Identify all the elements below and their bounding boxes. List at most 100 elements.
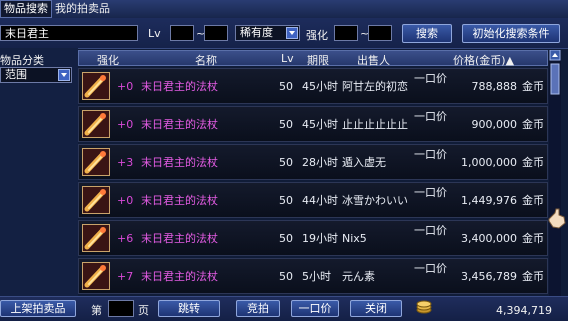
- row-enhance: +0: [117, 118, 134, 131]
- row-duration: 19小时: [302, 232, 338, 245]
- staff-icon: [83, 149, 109, 175]
- row-enhance: +0: [117, 80, 134, 93]
- staff-item-icon: [82, 262, 110, 290]
- row-enhance: +0: [117, 194, 134, 207]
- scrollbar[interactable]: [549, 49, 561, 296]
- row-price: 1,449,976: [461, 194, 517, 207]
- row-price-unit: 金币: [522, 80, 544, 93]
- row-seller: Nix5: [342, 232, 367, 245]
- row-seller: 阿甘左的初恋: [342, 80, 408, 93]
- row-buyout-label: 一口价: [414, 262, 447, 275]
- col-header-seller[interactable]: 出售人: [357, 52, 390, 68]
- row-buyout-label: 一口价: [414, 110, 447, 123]
- search-button[interactable]: 搜索: [402, 24, 452, 43]
- bid-button[interactable]: 竞拍: [236, 300, 280, 317]
- row-item-name: 末日君主的法杖: [141, 156, 218, 169]
- row-item-name: 末日君主的法杖: [141, 194, 218, 207]
- row-level: 50: [279, 80, 293, 93]
- row-buyout-label: 一口价: [414, 224, 447, 237]
- table-row[interactable]: +0 末日君主的法杖 50 45小时 止止止止止止 一口价 900,000 金币: [78, 106, 548, 142]
- col-header-duration[interactable]: 期限: [307, 52, 329, 68]
- row-duration: 45小时: [302, 118, 338, 131]
- tab-bar: 物品搜索 我的拍卖品: [0, 0, 568, 18]
- row-item-name: 末日君主的法杖: [141, 118, 218, 131]
- staff-icon: [83, 111, 109, 137]
- row-price: 3,400,000: [461, 232, 517, 245]
- close-button[interactable]: 关闭: [350, 300, 402, 317]
- page-number-input[interactable]: [108, 300, 134, 317]
- col-header-enhance[interactable]: 强化: [97, 52, 119, 68]
- lv-max-input[interactable]: [204, 25, 228, 41]
- row-price-unit: 金币: [522, 270, 544, 283]
- row-level: 50: [279, 156, 293, 169]
- chevron-down-icon[interactable]: [286, 27, 298, 39]
- list-item-button[interactable]: 上架拍卖品: [0, 300, 76, 317]
- table-row[interactable]: +3 末日君主的法杖 50 28小时 遁入虚无 一口价 1,000,000 金币: [78, 144, 548, 180]
- row-price: 3,456,789: [461, 270, 517, 283]
- staff-icon: [83, 73, 109, 99]
- row-level: 50: [279, 270, 293, 283]
- lv-min-input[interactable]: [170, 25, 194, 41]
- row-level: 50: [279, 118, 293, 131]
- category-label: 物品分类: [0, 54, 44, 67]
- jump-button[interactable]: 跳转: [158, 300, 220, 317]
- row-duration: 28小时: [302, 156, 338, 169]
- row-buyout-label: 一口价: [414, 186, 447, 199]
- chevron-down-icon[interactable]: [58, 69, 70, 81]
- tab-item-search[interactable]: 物品搜索: [0, 0, 52, 18]
- category-select[interactable]: 范围: [0, 67, 72, 83]
- enhance-label: 强化: [306, 29, 328, 42]
- row-price-unit: 金币: [522, 232, 544, 245]
- table-row[interactable]: +0 末日君主的法杖 50 44小时 冰雪かわいい 一口价 1,449,976 …: [78, 182, 548, 218]
- scrollbar-graphic: [549, 49, 561, 95]
- table-row[interactable]: +6 末日君主的法杖 50 19小时 Nix5 一口价 3,400,000 金币: [78, 220, 548, 256]
- row-enhance: +7: [117, 270, 134, 283]
- staff-item-icon: [82, 224, 110, 252]
- table-header: 强化 名称 Lv 期限 出售人 价格(金币)▲: [78, 50, 548, 68]
- row-enhance: +3: [117, 156, 134, 169]
- row-buyout-label: 一口价: [414, 148, 447, 161]
- rarity-select[interactable]: 稀有度: [235, 25, 300, 41]
- tab-my-auctions[interactable]: 我的拍卖品: [52, 1, 113, 17]
- row-price: 900,000: [471, 118, 518, 131]
- bottom-bar: [0, 296, 568, 321]
- row-seller: 元ん素: [342, 270, 375, 283]
- lv-label: Lv: [148, 27, 161, 40]
- row-price-unit: 金币: [522, 118, 544, 131]
- col-header-lv[interactable]: Lv: [281, 52, 294, 65]
- staff-item-icon: [82, 148, 110, 176]
- category-select-value: 范围: [5, 68, 27, 81]
- row-item-name: 末日君主的法杖: [141, 232, 218, 245]
- buyout-button[interactable]: 一口价: [291, 300, 339, 317]
- row-duration: 5小时: [302, 270, 331, 283]
- col-header-price[interactable]: 价格(金币)▲: [453, 52, 514, 68]
- page-suffix: 页: [138, 304, 149, 317]
- enhance-min-input[interactable]: [334, 25, 358, 41]
- row-level: 50: [279, 194, 293, 207]
- gold-coins-icon: [416, 300, 432, 314]
- row-buyout-label: 一口价: [414, 72, 447, 85]
- row-duration: 45小时: [302, 80, 338, 93]
- table-row[interactable]: +7 末日君主的法杖 50 5小时 元ん素 一口价 3,456,789 金币: [78, 258, 548, 294]
- page-prefix: 第: [91, 304, 102, 317]
- row-duration: 44小时: [302, 194, 338, 207]
- staff-item-icon: [82, 72, 110, 100]
- row-price: 788,888: [471, 80, 518, 93]
- table-row[interactable]: +0 末日君主的法杖 50 45小时 阿甘左的初恋 一口价 788,888 金币: [78, 68, 548, 104]
- row-price-unit: 金币: [522, 156, 544, 169]
- item-name-input[interactable]: 末日君主: [0, 25, 138, 41]
- reset-search-button[interactable]: 初始化搜索条件: [462, 24, 560, 43]
- gold-amount: 4,394,719: [496, 304, 552, 317]
- hand-cursor-icon: [547, 207, 567, 229]
- row-item-name: 末日君主的法杖: [141, 80, 218, 93]
- staff-icon: [83, 187, 109, 213]
- row-level: 50: [279, 232, 293, 245]
- col-header-name[interactable]: 名称: [195, 52, 217, 68]
- row-enhance: +6: [117, 232, 134, 245]
- row-item-name: 末日君主的法杖: [141, 270, 218, 283]
- row-seller: 止止止止止止: [342, 118, 408, 131]
- row-price: 1,000,000: [461, 156, 517, 169]
- enhance-max-input[interactable]: [368, 25, 392, 41]
- row-seller: 遁入虚无: [342, 156, 386, 169]
- rarity-select-value: 稀有度: [240, 26, 273, 39]
